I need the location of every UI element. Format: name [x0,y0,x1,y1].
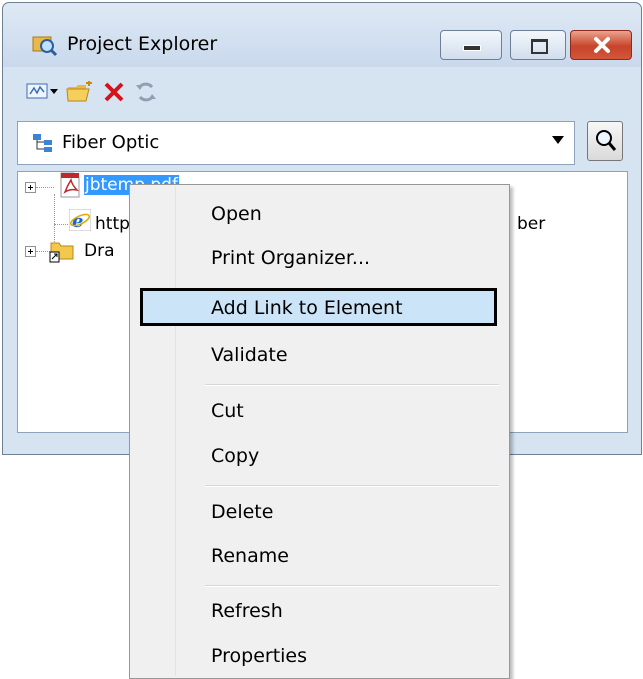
chevron-down-icon[interactable] [552,136,564,144]
maximize-icon [531,39,548,54]
title-bar[interactable]: Project Explorer [3,3,641,67]
project-selector-value: Fiber Optic [62,132,160,153]
menu-item-rename[interactable]: Rename [133,535,506,577]
menu-separator [205,585,499,587]
minimize-button[interactable] [440,30,502,60]
tree-line [36,187,54,188]
menu-separator [205,485,499,487]
delete-icon[interactable] [103,81,125,107]
expand-icon[interactable] [25,182,36,193]
menu-item-validate[interactable]: Validate [133,334,506,376]
minimize-icon [463,45,481,51]
context-menu: Open Print Organizer... Add Link to Elem… [129,184,510,679]
menu-item-cut[interactable]: Cut [133,390,506,432]
hierarchy-icon [32,133,54,157]
maximize-button[interactable] [510,30,566,60]
menu-item-open[interactable]: Open [133,193,506,235]
menu-item-copy[interactable]: Copy [133,435,506,477]
tree-item-label-tail: ber [517,214,546,234]
tree-item-label: Dra [84,241,115,261]
svg-text:e: e [72,211,83,231]
menu-item-refresh[interactable]: Refresh [133,590,506,632]
project-explorer-icon [31,33,58,57]
folder-icon [49,239,75,268]
pdf-icon [59,172,81,203]
search-icon [594,128,618,158]
new-link-icon[interactable] [26,81,48,105]
open-folder-icon[interactable] [66,80,94,107]
menu-item-properties[interactable]: Properties [133,635,506,677]
menu-separator [205,384,499,386]
tree-item-label: http [95,214,130,234]
tree-line [54,224,68,225]
dropdown-arrow-icon[interactable] [50,89,58,94]
window-title: Project Explorer [67,33,218,55]
project-selector[interactable]: Fiber Optic [17,121,575,165]
menu-item-delete[interactable]: Delete [133,491,506,533]
menu-item-print-organizer[interactable]: Print Organizer... [133,237,506,279]
menu-item-add-link-to-element[interactable]: Add Link to Element [140,288,497,326]
toolbar [12,71,632,117]
search-button[interactable] [587,121,623,161]
close-icon [592,35,612,59]
close-button[interactable] [570,30,632,60]
expand-icon[interactable] [25,246,36,257]
refresh-icon[interactable] [134,81,158,107]
ie-icon: e [68,208,92,236]
